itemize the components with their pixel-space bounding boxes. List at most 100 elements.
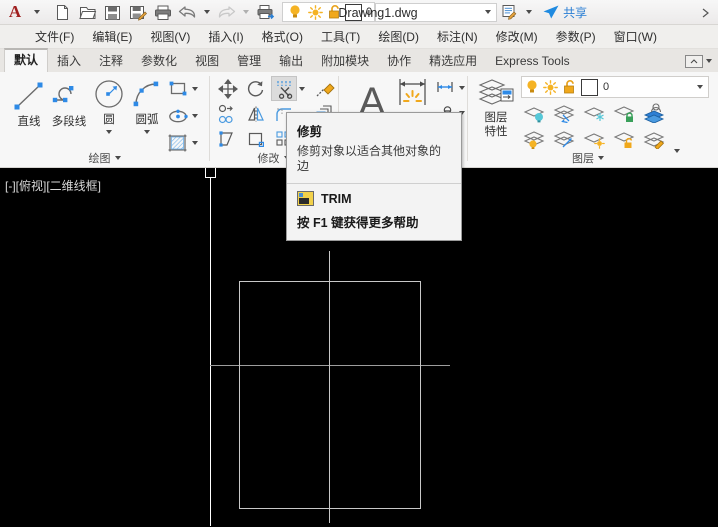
menu-item-draw[interactable]: 绘图(D) [369, 25, 428, 49]
open-file-icon[interactable] [75, 0, 100, 24]
modify-erase-button[interactable] [312, 76, 338, 101]
plot-preview-icon[interactable] [253, 0, 278, 24]
modify-copy-button[interactable] [215, 101, 241, 126]
draw-ellipse-button[interactable] [165, 103, 191, 128]
current-layer-color-swatch[interactable] [581, 78, 598, 96]
menu-item-tools[interactable]: 工具(T) [312, 25, 369, 49]
draw-rectangle-dropdown-icon[interactable] [189, 76, 200, 101]
unlock-icon[interactable] [325, 3, 345, 21]
title-overflow-icon[interactable] [701, 0, 710, 25]
scale-icon [248, 132, 264, 147]
tab-featured-apps[interactable]: 精选应用 [420, 50, 486, 72]
layer-on-icon [523, 131, 545, 149]
layer-thaw-button[interactable] [581, 127, 609, 151]
menu-item-dimension[interactable]: 标注(N) [428, 25, 487, 49]
viewport-label[interactable]: [-][俯视][二维线框] [5, 177, 101, 194]
current-layer-combo[interactable]: 0 [521, 76, 709, 98]
arc-icon [124, 74, 170, 114]
layer-dropdown[interactable] [375, 2, 498, 22]
menu-item-view[interactable]: 视图(V) [141, 25, 199, 49]
panel-draw-title[interactable]: 绘图 [0, 150, 209, 166]
quick-layer-name: 0 [366, 6, 373, 18]
layer-off-button[interactable] [521, 101, 549, 125]
layer-color-swatch[interactable] [345, 3, 362, 21]
layer-freeze-button[interactable] [581, 101, 609, 125]
tab-view[interactable]: 视图 [186, 50, 228, 72]
save-icon[interactable] [100, 0, 125, 24]
tab-parametric[interactable]: 参数化 [132, 50, 186, 72]
rectangle-top-edge [239, 281, 421, 282]
modify-scale-button[interactable] [243, 126, 269, 151]
annotation-linear-dim-button[interactable] [432, 75, 458, 100]
layer-properties-button[interactable]: 图层 特性 [473, 75, 519, 139]
tab-manage[interactable]: 管理 [228, 50, 270, 72]
panel-layer-title[interactable]: 图层 [469, 150, 707, 166]
app-logo-icon[interactable]: A [0, 0, 30, 24]
current-layer-caret-icon[interactable] [697, 85, 703, 89]
layer-tools-caret-icon[interactable] [522, 0, 536, 24]
layer-unisolate-button[interactable] [551, 127, 579, 151]
menu-item-parametric[interactable]: 参数(P) [547, 25, 605, 49]
rectangle-right-edge [420, 281, 421, 509]
redo-caret-icon[interactable] [239, 0, 253, 24]
sun-icon[interactable] [305, 3, 325, 21]
share-button[interactable]: 共享 [542, 0, 587, 24]
lightbulb-on-icon[interactable] [285, 3, 305, 21]
undo-icon[interactable] [175, 0, 200, 24]
rotate-icon [247, 80, 264, 96]
menu-item-modify[interactable]: 修改(M) [487, 25, 547, 49]
layer-on-button[interactable] [521, 127, 549, 151]
modify-rotate-button[interactable] [243, 76, 269, 101]
tab-home[interactable]: 默认 [4, 48, 49, 72]
modify-mirror-button[interactable] [243, 101, 269, 126]
menu-item-insert[interactable]: 插入(I) [199, 25, 252, 49]
layer-lock-icon [613, 106, 635, 122]
draw-ellipse-dropdown-icon[interactable] [189, 103, 200, 128]
layer-make-current-button[interactable] [641, 101, 669, 125]
redo-icon[interactable] [214, 0, 239, 24]
ribbon-minimize-button[interactable] [685, 50, 712, 72]
modify-trim-dropdown-icon[interactable] [296, 76, 307, 101]
unlock-icon[interactable] [560, 78, 579, 96]
modify-move-button[interactable] [215, 76, 241, 101]
lightbulb-on-icon[interactable] [522, 78, 541, 96]
tab-collaborate[interactable]: 协作 [378, 50, 420, 72]
layer-thaw-icon [583, 133, 605, 149]
tab-insert[interactable]: 插入 [48, 50, 90, 72]
tab-annotate[interactable]: 注释 [90, 50, 132, 72]
modify-stretch-button[interactable] [215, 126, 241, 151]
menu-item-edit[interactable]: 编辑(E) [83, 25, 141, 49]
plot-icon[interactable] [150, 0, 175, 24]
panel-draw-expand-icon[interactable] [114, 156, 121, 160]
save-as-icon[interactable] [125, 0, 150, 24]
undo-caret-icon[interactable] [200, 0, 214, 24]
modify-trim-button[interactable] [271, 76, 297, 101]
menu-item-window[interactable]: 窗口(W) [605, 25, 666, 49]
tooltip-description: 修剪对象以适合其他对象的边 [297, 144, 442, 173]
panel-layer-expand-icon[interactable] [598, 156, 604, 160]
layer-properties-small-icon[interactable] [497, 0, 522, 24]
panel-layer-title-label: 图层 [572, 153, 594, 165]
menu-item-format[interactable]: 格式(O) [253, 25, 312, 49]
layer-unlock-button[interactable] [611, 127, 639, 151]
menu-bar: 文件(F) 编辑(E) 视图(V) 插入(I) 格式(O) 工具(T) 绘图(D… [0, 25, 718, 49]
move-icon [218, 78, 238, 99]
draw-arc-dropdown-icon[interactable] [124, 127, 170, 136]
crosshair-horizontal-line [210, 365, 450, 366]
tab-addins[interactable]: 附加模块 [312, 50, 378, 72]
menu-item-file[interactable]: 文件(F) [26, 25, 83, 49]
layer-isolate-button[interactable] [551, 101, 579, 125]
draw-arc-button[interactable]: 圆弧 [124, 74, 170, 136]
app-menu-caret-icon[interactable] [30, 0, 44, 24]
tab-output[interactable]: 输出 [270, 50, 312, 72]
annotation-dimstyle-button[interactable] [395, 75, 431, 117]
tab-express-tools[interactable]: Express Tools [486, 50, 578, 72]
panel-divider [467, 76, 468, 161]
layer-lock-button[interactable] [611, 101, 639, 125]
layer-match-button[interactable] [641, 127, 669, 151]
annotation-linear-dim-dropdown-icon[interactable] [456, 75, 467, 100]
sun-icon[interactable] [541, 78, 560, 96]
new-file-icon[interactable] [50, 0, 75, 24]
ribbon-minimize-icon [685, 54, 703, 68]
draw-rectangle-button[interactable] [165, 76, 191, 101]
